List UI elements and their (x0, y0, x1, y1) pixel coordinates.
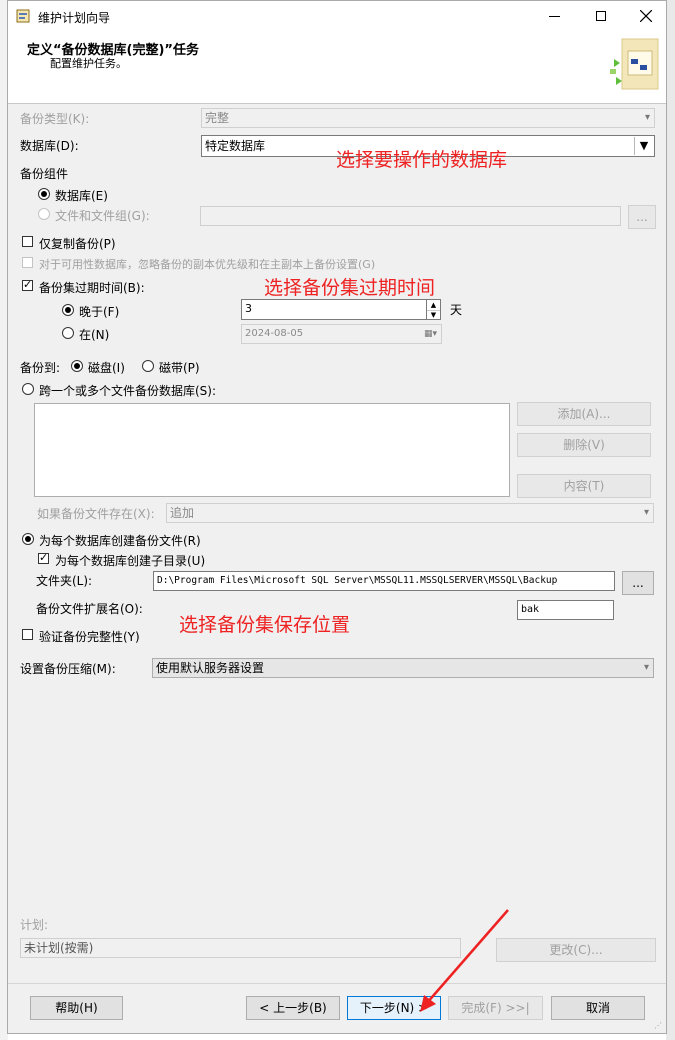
annotation-arrow (420, 909, 509, 1012)
